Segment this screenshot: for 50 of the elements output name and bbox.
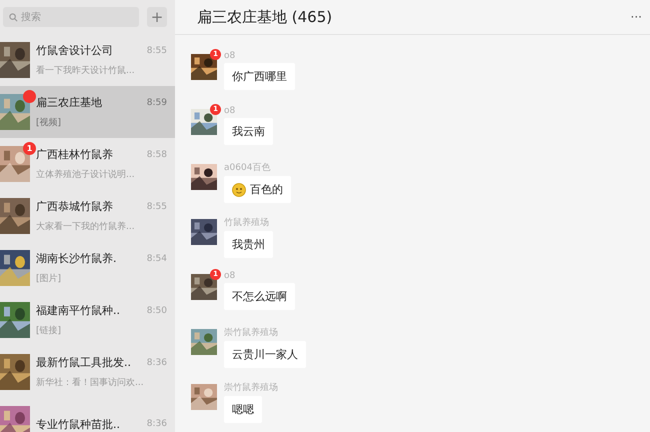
chat-list-item[interactable]: 湖南长沙竹鼠养. 8:54 [图片] (0, 242, 175, 294)
chat-preview: [视频] (36, 116, 62, 129)
message-text: 嗯嗯 (232, 402, 254, 417)
chat-name: 广西桂林竹鼠养 (36, 147, 113, 162)
chat-time: 8:58 (146, 150, 167, 160)
chat-preview: 立体养殖池子设计说明... (36, 168, 136, 181)
chat-name: 专业竹鼠种苗批.. (36, 416, 120, 432)
sender-name: o8 (224, 51, 236, 61)
chat-list-item[interactable]: 1 广西桂林竹鼠养 8:58 立体养殖池子设计说明... (0, 138, 175, 190)
sender-name: o8 (224, 106, 236, 116)
chat-name: 福建南平竹鼠种.. (36, 303, 120, 318)
sender-name: a0604百色 (224, 162, 270, 174)
chat-list-item[interactable]: 福建南平竹鼠种.. 8:50 [链接] (0, 294, 175, 346)
chat-name: 最新竹鼠工具批发.. (36, 355, 131, 370)
message-text: 云贵川一家人 (232, 347, 298, 362)
chat-time: 8:54 (146, 254, 167, 264)
chat-name: 广西恭城竹鼠养 (36, 199, 113, 214)
chat-preview: 大家看一下我的竹鼠养... (36, 220, 136, 233)
message-text: 你广西哪里 (232, 69, 287, 84)
chat-preview: 新华社：看！国事访问欢... (36, 376, 145, 389)
chat-time: 8:36 (146, 419, 167, 429)
chat-name: 湖南长沙竹鼠养. (36, 251, 116, 266)
chat-preview: [图片] (36, 272, 62, 285)
search-field[interactable]: 搜索 (3, 7, 139, 27)
chat-time: 8:59 (146, 98, 167, 108)
message-text: 我云南 (232, 124, 265, 139)
chat-list-item[interactable]: 广西恭城竹鼠养 8:55 大家看一下我的竹鼠养... (0, 190, 175, 242)
sender-name: o8 (224, 271, 236, 281)
chat-time: 8:50 (146, 306, 167, 316)
message-text: 我贵州 (232, 237, 265, 252)
unread-count: 1 (23, 142, 36, 155)
chat-preview: [链接] (36, 324, 62, 337)
chat-list-item[interactable]: 扁三农庄基地 8:59 [视频] (0, 86, 175, 138)
chat-list-item[interactable]: 最新竹鼠工具批发.. 8:36 新华社：看！国事访问欢... (0, 346, 175, 398)
chat-time: 8:55 (146, 46, 167, 56)
search-icon (9, 12, 18, 22)
chat-name: 竹鼠舍设计公司 (36, 43, 113, 58)
chat-list-item[interactable]: 竹鼠舍设计公司 8:55 看一下我昨天设计竹鼠... (0, 34, 175, 86)
conversation-title: 扁三农庄基地 (465) (197, 8, 332, 26)
more-button[interactable]: ··· (630, 10, 642, 24)
chat-name: 扁三农庄基地 (36, 95, 102, 110)
chat-time: 8:55 (146, 202, 167, 212)
sender-name: 竹鼠养殖场 (224, 216, 269, 229)
chat-preview: 看一下我昨天设计竹鼠... (36, 64, 136, 77)
message-text: 百色的 (250, 182, 283, 197)
chat-list-item[interactable]: 专业竹鼠种苗批.. 8:36 (0, 398, 175, 432)
sender-name: 崇竹鼠养殖场 (224, 326, 278, 339)
message-text: 不怎么远啊 (232, 289, 287, 304)
chat-time: 8:36 (146, 358, 167, 368)
sender-name: 崇竹鼠养殖场 (224, 382, 278, 394)
